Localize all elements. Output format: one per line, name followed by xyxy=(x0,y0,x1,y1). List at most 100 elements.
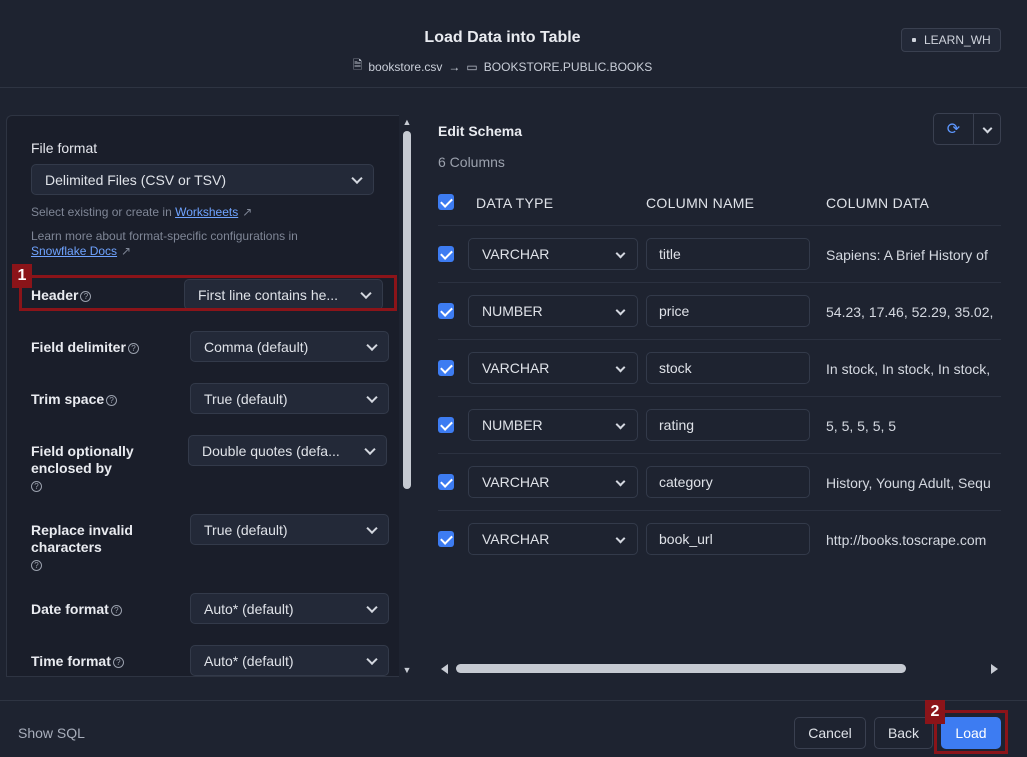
data-type-value: VARCHAR xyxy=(482,531,550,547)
header-data-type: DATA TYPE xyxy=(476,195,554,211)
column-name-input[interactable]: stock xyxy=(646,352,810,384)
chevron-down-icon xyxy=(982,123,993,134)
row-checkbox[interactable] xyxy=(438,474,454,490)
chevron-down-icon xyxy=(366,339,378,351)
chevron-down-icon xyxy=(615,305,626,316)
row-checkbox[interactable] xyxy=(438,417,454,433)
date-format-select[interactable]: Auto* (default) xyxy=(190,593,389,624)
annotation-marker-2: 2 xyxy=(925,700,945,724)
column-count: 6 Columns xyxy=(438,154,505,170)
enclosed-by-select[interactable]: Double quotes (defa... xyxy=(188,435,387,466)
data-type-value: VARCHAR xyxy=(482,360,550,376)
left-panel-scrollbar[interactable]: ▲ ▼ xyxy=(400,115,414,677)
header-column-name: COLUMN NAME xyxy=(646,195,755,211)
replace-invalid-select[interactable]: True (default) xyxy=(190,514,389,545)
schema-horizontal-scrollbar[interactable] xyxy=(438,662,1001,676)
column-name-input[interactable]: price xyxy=(646,295,810,327)
dialog-title: Load Data into Table xyxy=(424,29,581,46)
data-type-value: NUMBER xyxy=(482,417,543,433)
data-type-select[interactable]: VARCHAR xyxy=(468,352,638,384)
column-name-input[interactable]: category xyxy=(646,466,810,498)
chevron-down-icon xyxy=(615,533,626,544)
column-data-preview: 5, 5, 5, 5, 5 xyxy=(826,418,897,434)
edit-schema-title: Edit Schema xyxy=(438,123,523,139)
help-icon[interactable]: ? xyxy=(110,605,122,616)
header-column-data: COLUMN DATA xyxy=(826,195,930,211)
row-divider xyxy=(438,396,1001,397)
trim-space-select[interactable]: True (default) xyxy=(190,383,389,414)
chevron-down-icon xyxy=(366,601,378,613)
data-type-select[interactable]: VARCHAR xyxy=(468,466,638,498)
data-type-select[interactable]: VARCHAR xyxy=(468,523,638,555)
data-type-value: VARCHAR xyxy=(482,246,550,262)
scroll-thumb[interactable] xyxy=(403,131,411,489)
row-checkbox[interactable] xyxy=(438,246,454,262)
help-icon[interactable]: ? xyxy=(31,560,42,571)
help-text: Learn more about format-specific configu… xyxy=(31,229,298,243)
column-data-preview: 54.23, 17.46, 52.29, 35.02, xyxy=(826,304,994,320)
highlight-box-load xyxy=(934,710,1008,754)
field-delimiter-value: Comma (default) xyxy=(204,338,309,355)
scroll-thumb[interactable] xyxy=(456,664,906,673)
column-data-preview: http://books.toscrape.com xyxy=(826,532,987,548)
field-label: Field optionally enclosed by xyxy=(31,443,134,476)
row-checkbox[interactable] xyxy=(438,303,454,319)
target-table: BOOKSTORE.PUBLIC.BOOKS xyxy=(483,59,653,74)
scroll-left-icon[interactable] xyxy=(441,664,448,674)
data-type-select[interactable]: NUMBER xyxy=(468,295,638,327)
row-divider xyxy=(438,510,1001,511)
replace-invalid-label: Replace invalid characters? xyxy=(31,522,161,573)
file-icon: 🗎 xyxy=(352,58,363,72)
data-type-select[interactable]: VARCHAR xyxy=(468,238,638,270)
data-type-value: NUMBER xyxy=(482,303,543,319)
help-worksheets: Select existing or create in Worksheets ↗ xyxy=(31,205,252,219)
select-all-checkbox[interactable] xyxy=(438,194,454,210)
dialog-header: Load Data into Table 🗎 bookstore.csv → ▭… xyxy=(0,0,1027,88)
cancel-button[interactable]: Cancel xyxy=(794,717,866,749)
column-name-input[interactable]: rating xyxy=(646,409,810,441)
show-sql-link[interactable]: Show SQL xyxy=(18,725,85,741)
file-format-label: File format xyxy=(31,140,98,156)
snowflake-docs-link[interactable]: Snowflake Docs xyxy=(31,244,117,258)
time-format-select[interactable]: Auto* (default) xyxy=(190,645,389,676)
field-delimiter-select[interactable]: Comma (default) xyxy=(190,331,389,362)
worksheets-link[interactable]: Worksheets xyxy=(175,205,238,219)
chevron-down-icon xyxy=(615,419,626,430)
warehouse-icon xyxy=(912,38,916,42)
chevron-down-icon xyxy=(366,522,378,534)
enclosed-by-label: Field optionally enclosed by? xyxy=(31,443,161,494)
row-divider xyxy=(438,225,1001,226)
column-name-input[interactable]: title xyxy=(646,238,810,270)
file-format-panel: File format Delimited Files (CSV or TSV)… xyxy=(6,115,399,677)
chevron-down-icon xyxy=(615,476,626,487)
scroll-up-icon[interactable]: ▲ xyxy=(402,117,412,127)
file-format-select[interactable]: Delimited Files (CSV or TSV) xyxy=(31,164,374,195)
arrow-icon: → xyxy=(448,59,461,74)
date-format-label: Date format? xyxy=(31,601,122,618)
data-type-select[interactable]: NUMBER xyxy=(468,409,638,441)
help-icon[interactable]: ? xyxy=(112,657,124,668)
chevron-down-icon xyxy=(366,391,378,403)
help-icon[interactable]: ? xyxy=(106,395,118,406)
scroll-right-icon[interactable] xyxy=(991,664,998,674)
row-divider xyxy=(438,453,1001,454)
chevron-down-icon xyxy=(615,362,626,373)
column-name-input[interactable]: book_url xyxy=(646,523,810,555)
chevron-down-icon xyxy=(364,443,376,455)
warehouse-name: LEARN_WH xyxy=(924,33,991,47)
external-link-icon: ↗ xyxy=(121,244,132,258)
row-checkbox[interactable] xyxy=(438,531,454,547)
warehouse-selector[interactable]: LEARN_WH xyxy=(901,28,1001,52)
refresh-icon[interactable]: ⟳ xyxy=(934,114,974,144)
schema-options-dropdown[interactable] xyxy=(974,114,1000,144)
annotation-marker-1: 1 xyxy=(12,264,32,288)
field-delimiter-label: Field delimiter? xyxy=(31,339,139,356)
help-icon[interactable]: ? xyxy=(127,343,139,354)
trim-space-label: Trim space? xyxy=(31,391,118,408)
help-icon[interactable]: ? xyxy=(31,481,42,492)
row-checkbox[interactable] xyxy=(438,360,454,376)
field-label: Field delimiter xyxy=(31,339,126,355)
scroll-down-icon[interactable]: ▼ xyxy=(402,665,412,675)
load-path: 🗎 bookstore.csv → ▭ BOOKSTORE.PUBLIC.BOO… xyxy=(0,56,1005,77)
chevron-down-icon xyxy=(615,248,626,259)
